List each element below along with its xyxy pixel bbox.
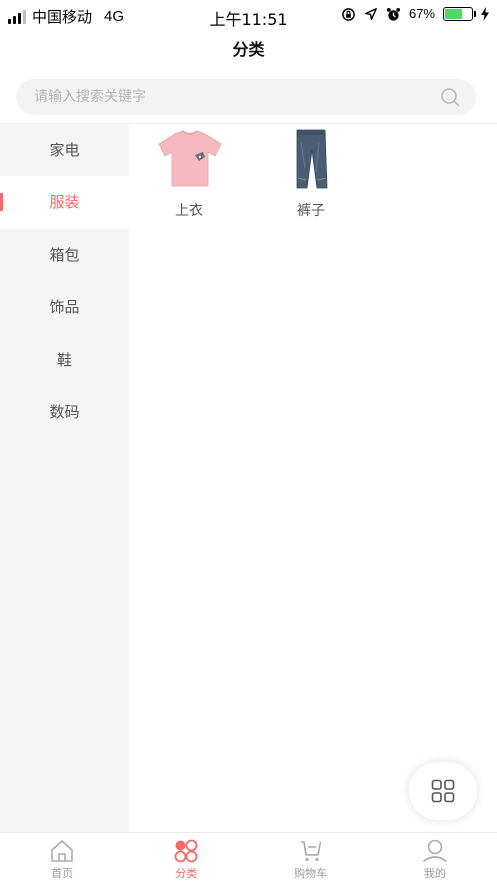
tshirt-image xyxy=(158,130,222,187)
tab-bar: 首页 分类 购物车 我的 xyxy=(0,832,497,883)
page-title: 分类 xyxy=(232,40,265,59)
sidebar-item-accessories[interactable]: 饰品 xyxy=(0,281,129,333)
location-icon xyxy=(365,8,377,20)
sidebar-item-bags[interactable]: 箱包 xyxy=(0,229,129,281)
sidebar-item-digital[interactable]: 数码 xyxy=(0,386,129,438)
jeans-image xyxy=(296,129,328,189)
charging-icon xyxy=(481,7,489,21)
sidebar-item-clothing[interactable]: 服装 xyxy=(0,176,129,229)
battery-level xyxy=(445,9,462,19)
product-grid: 上衣 裤子 xyxy=(129,124,497,832)
battery-percent: 67% xyxy=(408,6,435,21)
tab-label: 分类 xyxy=(175,867,198,880)
status-right: 67% xyxy=(341,6,489,22)
sidebar-item-appliances[interactable]: 家电 xyxy=(0,124,129,176)
tab-profile[interactable]: 我的 xyxy=(373,833,497,883)
cart-icon xyxy=(300,841,321,862)
product-name: 裤子 xyxy=(297,203,325,219)
search-icon[interactable] xyxy=(440,87,460,107)
status-bar: 中国移动 4G 上午11:51 67% xyxy=(0,0,497,30)
user-icon xyxy=(423,839,447,862)
product-item-pants[interactable]: 裤子 xyxy=(251,124,371,224)
battery-icon xyxy=(443,7,476,21)
search-input[interactable] xyxy=(16,79,436,115)
tab-label: 我的 xyxy=(423,867,446,880)
search-bar[interactable] xyxy=(16,79,476,115)
product-item-top[interactable]: 上衣 xyxy=(129,124,249,224)
tab-label: 首页 xyxy=(51,867,74,880)
tab-home[interactable]: 首页 xyxy=(0,833,124,883)
floating-menu-button[interactable] xyxy=(409,762,477,820)
product-name: 上衣 xyxy=(175,203,203,219)
tab-label: 购物车 xyxy=(294,867,328,880)
tab-category[interactable]: 分类 xyxy=(124,833,248,883)
tab-cart[interactable]: 购物车 xyxy=(249,833,373,883)
sidebar-item-shoes[interactable]: 鞋 xyxy=(0,334,129,386)
lock-rotation-icon xyxy=(342,7,355,21)
grid-icon xyxy=(431,779,455,803)
category-icon xyxy=(174,839,198,863)
home-icon xyxy=(51,840,73,862)
alarm-icon xyxy=(386,7,401,21)
category-sidebar: 家电 服装 箱包 饰品 鞋 数码 xyxy=(0,124,129,832)
